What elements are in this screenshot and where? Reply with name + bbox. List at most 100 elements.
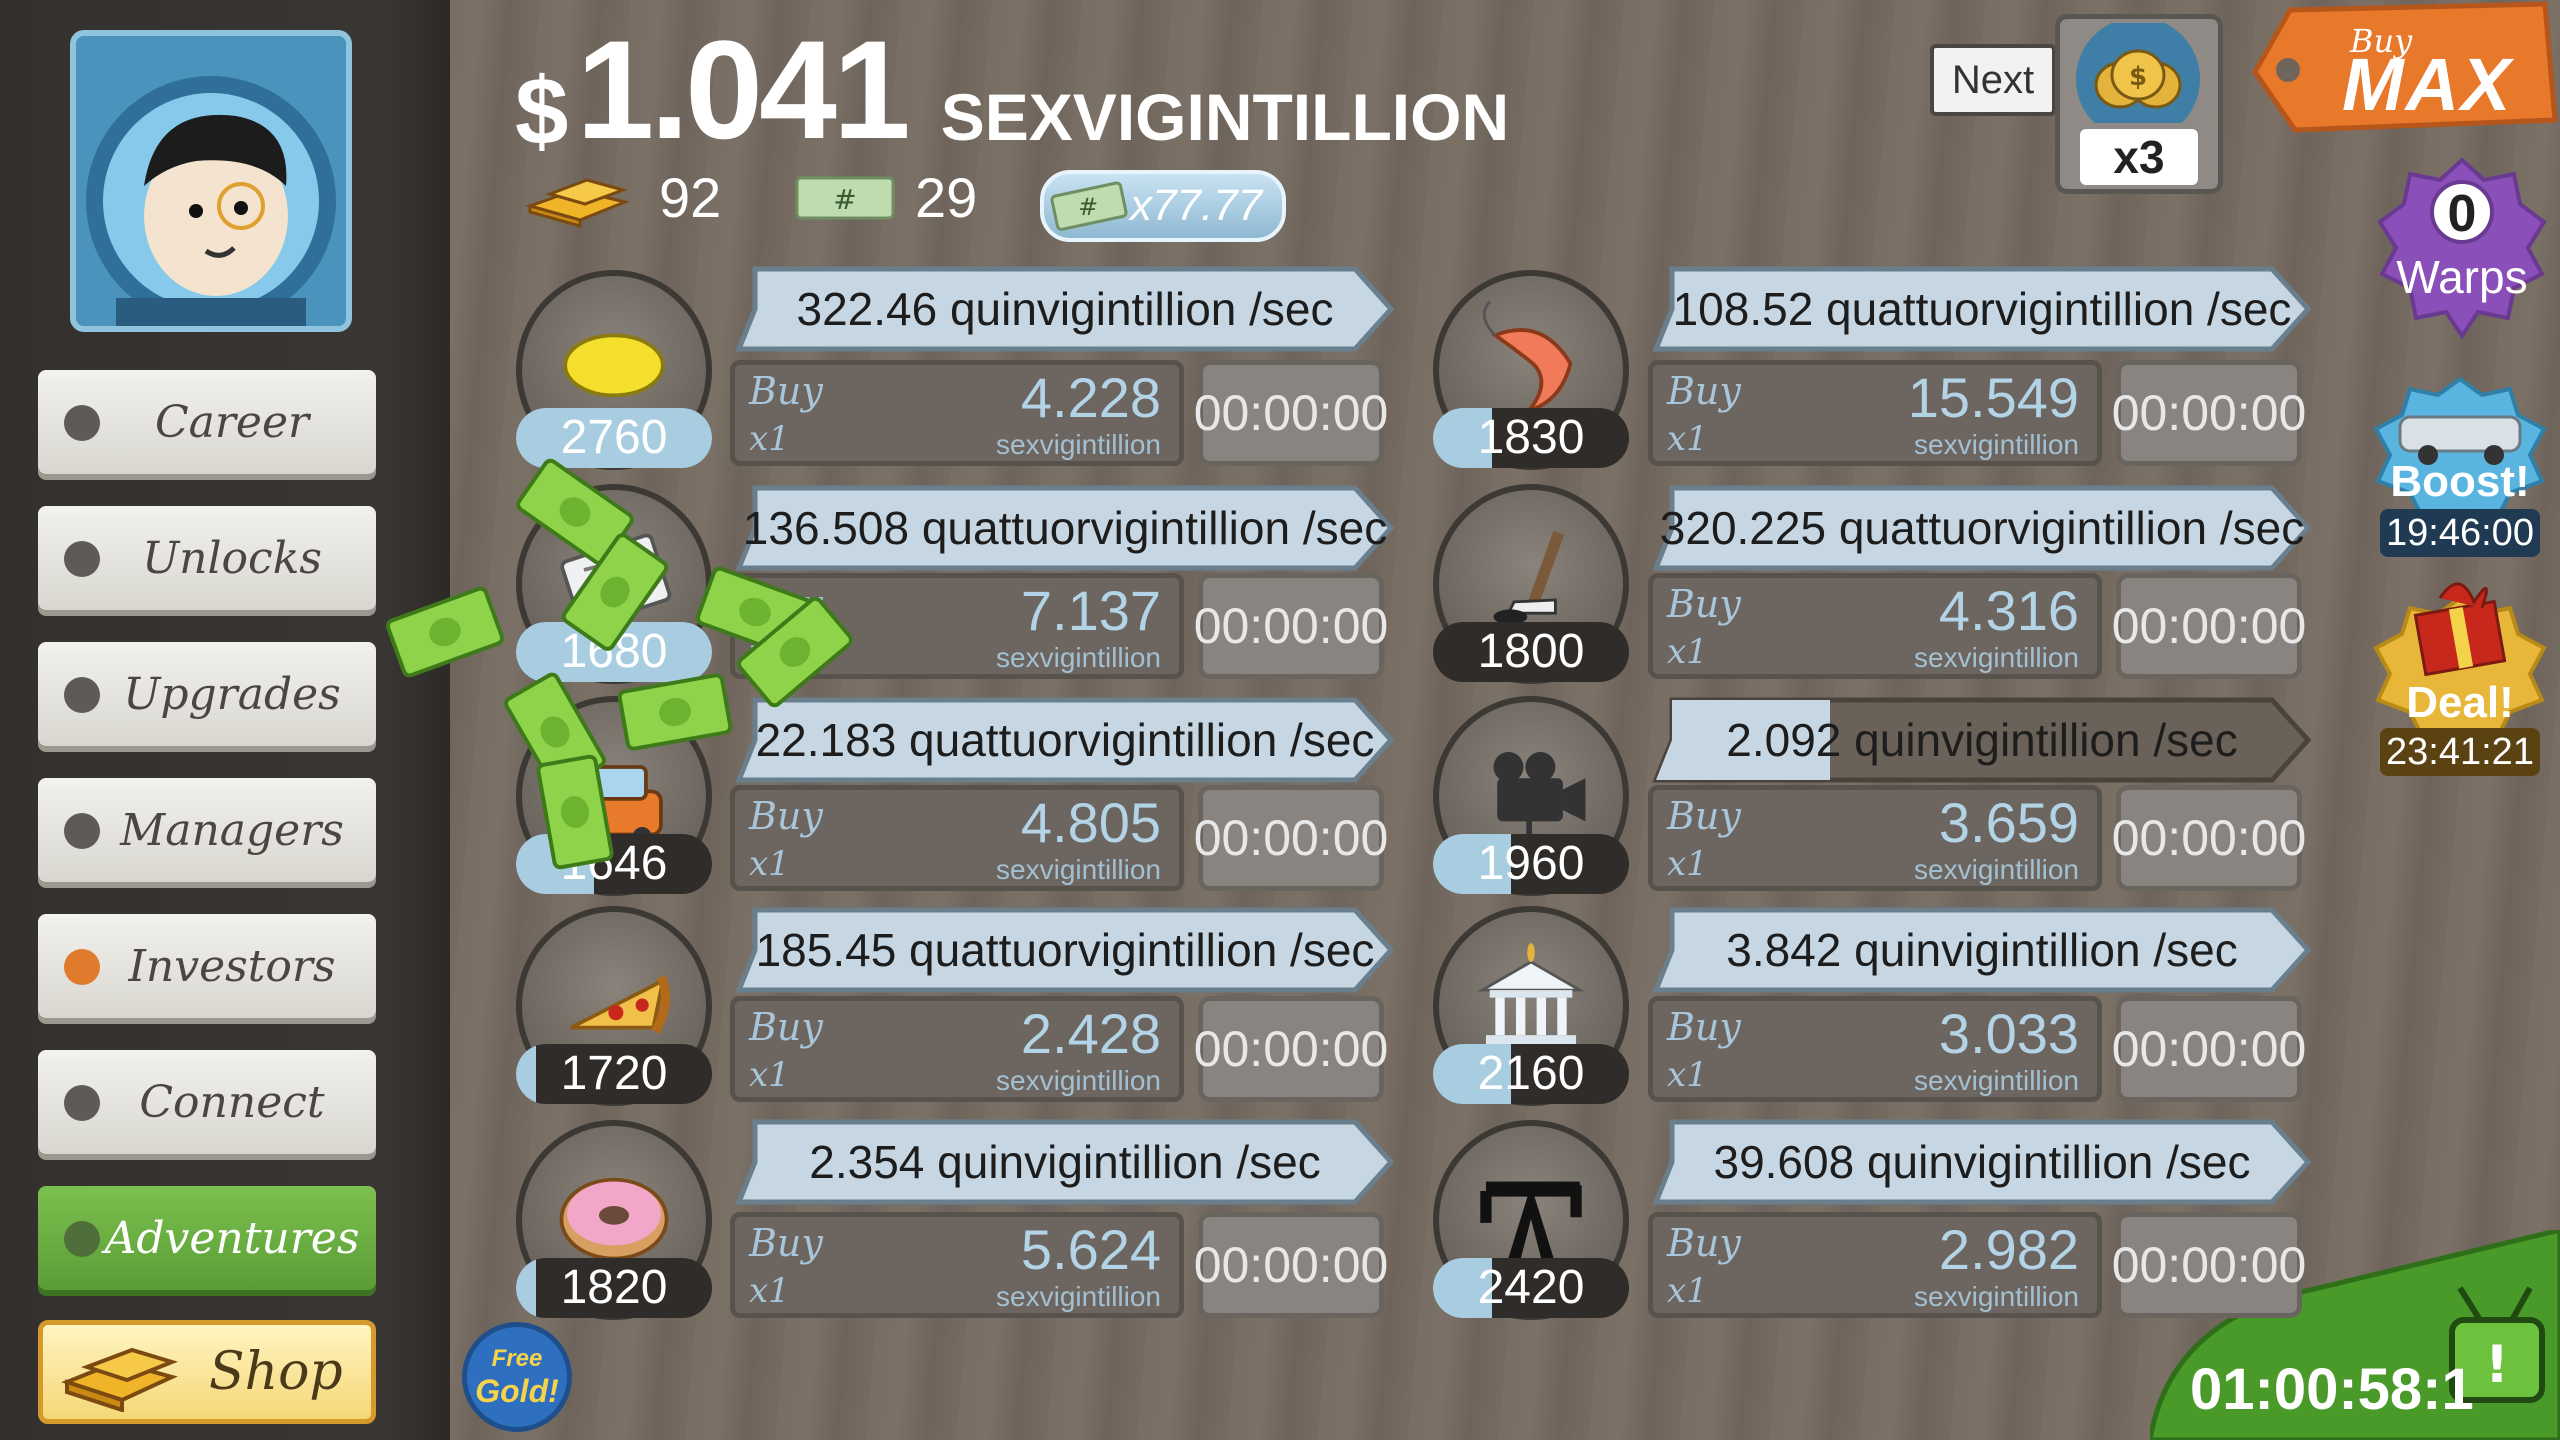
buy-label: Buy [1667, 794, 1741, 838]
investors-indicator-dot [64, 949, 100, 985]
buy-label: Buy [1667, 582, 1741, 626]
business-timer-value: 00:00:00 [1193, 1237, 1389, 1293]
buy-cost-unit: sexvigintillion [996, 1281, 1161, 1312]
business-timer: 00:00:00 [1194, 996, 1388, 1102]
warps-count: 0 [2447, 185, 2477, 243]
shop-label: Shop [209, 1342, 343, 1402]
free-gold-button[interactable]: Free Gold! [462, 1322, 572, 1432]
svg-text:$: $ [2129, 62, 2147, 92]
career-indicator-dot [64, 405, 100, 441]
business-rate-text: 320.225 quattuorvigintillion /sec [1659, 502, 2305, 554]
megabucks-count: 29 [915, 166, 978, 229]
buy-quantity: x1 [749, 844, 790, 884]
svg-text:!: ! [2485, 1335, 2509, 1395]
business-count-value: 1960 [1477, 837, 1585, 890]
buy-quantity: x1 [1667, 844, 1708, 884]
business-progress-fill [516, 1258, 536, 1318]
managers-button[interactable]: Managers [38, 778, 376, 882]
business-timer: 00:00:00 [1194, 573, 1388, 679]
upgrades-button[interactable]: Upgrades [38, 642, 376, 746]
buy-label: Buy [749, 794, 823, 838]
shop-button[interactable]: Shop [38, 1320, 376, 1424]
business-rate-banner[interactable]: 39.608 quinvigintillion /sec [1652, 1118, 2312, 1206]
connect-button[interactable]: Connect [38, 1050, 376, 1154]
buy-max-button[interactable]: Buy MAX [2250, 0, 2560, 138]
buy-business-button[interactable]: Buy x1 3.659 sexvigintillion [1648, 785, 2102, 891]
business-rate-text: 22.183 quattuorvigintillion /sec [755, 714, 1375, 766]
business-rate-banner[interactable]: 320.225 quattuorvigintillion /sec [1652, 484, 2312, 572]
business-rate-banner[interactable]: 322.46 quinvigintillion /sec [735, 265, 1395, 353]
career-button[interactable]: Career [38, 370, 376, 474]
buy-cost-unit: sexvigintillion [996, 429, 1161, 460]
adventures-button[interactable]: Adventures [38, 1186, 376, 1290]
business-timer: 00:00:00 [1194, 785, 1388, 891]
unlocks-button[interactable]: Unlocks [38, 506, 376, 610]
business-rate-text: 185.45 quattuorvigintillion /sec [755, 924, 1375, 976]
business-rate-banner[interactable]: 185.45 quattuorvigintillion /sec [735, 906, 1395, 994]
boost-badge[interactable]: Boost! 19:46:00 [2370, 375, 2550, 560]
buy-quantity: x1 [749, 1271, 790, 1311]
business-owned-count: 1800 [1433, 622, 1629, 682]
boost-label: Boost! [2390, 457, 2530, 506]
buy-cost: 3.033 [1938, 1002, 2079, 1065]
business-timer: 00:00:00 [1194, 360, 1388, 466]
gold-bars-icon [61, 1347, 179, 1412]
adventures-indicator-dot [64, 1221, 100, 1257]
multiplier-label: x3 [2080, 129, 2198, 185]
business-owned-count: 2160 [1433, 1044, 1629, 1104]
business-rate-banner[interactable]: 3.842 quinvigintillion /sec [1652, 906, 2312, 994]
business-timer-value: 00:00:00 [1193, 385, 1389, 441]
business-rate-banner[interactable]: 136.508 quattuorvigintillion /sec [735, 484, 1395, 572]
angel-multiplier-value: x77.77 [1130, 181, 1263, 230]
buy-business-button[interactable]: Buy x1 15.549 sexvigintillion [1648, 360, 2102, 466]
player-avatar[interactable] [70, 30, 352, 332]
svg-text:#: # [1078, 193, 1098, 221]
deal-timer: 23:41:21 [2380, 728, 2540, 776]
business-rate-banner[interactable]: 108.52 quattuorvigintillion /sec [1652, 265, 2312, 353]
unlocks-indicator-dot [64, 541, 100, 577]
astronaut-portrait-icon [76, 36, 346, 326]
svg-text:#: # [833, 183, 856, 216]
business-timer-value: 00:00:00 [2111, 1237, 2307, 1293]
buy-cost: 2.982 [1938, 1218, 2079, 1281]
buy-business-button[interactable]: Buy x1 4.805 sexvigintillion [730, 785, 1184, 891]
business-owned-count: 1960 [1433, 834, 1629, 894]
business-count-value: 1720 [560, 1047, 668, 1100]
managers-indicator-dot [64, 813, 100, 849]
buy-business-button[interactable]: Buy x1 4.316 sexvigintillion [1648, 573, 2102, 679]
buy-cost: 5.624 [1020, 1218, 1161, 1281]
business-rate-text: 108.52 quattuorvigintillion /sec [1672, 283, 2292, 335]
buy-business-button[interactable]: Buy x1 2.982 sexvigintillion [1648, 1212, 2102, 1318]
business-owned-count: 2420 [1433, 1258, 1629, 1318]
buy-multiplier-toggle[interactable]: $ x3 [2055, 14, 2223, 194]
buy-business-button[interactable]: Buy x1 2.428 sexvigintillion [730, 996, 1184, 1102]
buy-business-button[interactable]: Buy x1 3.033 sexvigintillion [1648, 996, 2102, 1102]
deal-badge[interactable]: Deal! 23:41:21 [2370, 568, 2550, 783]
megabucks-stat: # 29 [795, 165, 977, 230]
buy-cost-unit: sexvigintillion [1914, 429, 2079, 460]
warps-badge[interactable]: 0 Warps [2374, 150, 2550, 340]
next-button[interactable]: Next [1930, 44, 2056, 116]
money-amount: 1.041 [576, 11, 910, 168]
buy-business-button[interactable]: Buy x1 5.624 sexvigintillion [730, 1212, 1184, 1318]
megabucks-icon: # [795, 176, 895, 219]
buy-quantity: x1 [1667, 1271, 1708, 1311]
buy-quantity: x1 [1667, 419, 1708, 459]
business-rate-banner[interactable]: 22.183 quattuorvigintillion /sec [735, 696, 1395, 784]
business-rate-banner[interactable]: 2.092 quinvigintillion /sec [1652, 696, 2312, 784]
buy-label: Buy [749, 369, 823, 413]
business-rate-banner[interactable]: 2.354 quinvigintillion /sec [735, 1118, 1395, 1206]
investors-button[interactable]: Investors [38, 914, 376, 1018]
business-owned-count: 1820 [516, 1258, 712, 1318]
buy-quantity: x1 [1667, 1055, 1708, 1095]
business-timer-value: 00:00:00 [2111, 385, 2307, 441]
next-label: Next [1951, 57, 2035, 102]
buy-cost: 3.659 [1938, 791, 2079, 854]
buy-quantity: x1 [1667, 632, 1708, 672]
business-owned-count: 1646 [516, 834, 712, 894]
buy-cost-unit: sexvigintillion [1914, 642, 2079, 673]
sidebar: Career Unlocks Upgrades Managers Investo… [0, 0, 450, 1440]
buy-business-button[interactable]: Buy x1 4.228 sexvigintillion [730, 360, 1184, 466]
gold-bars-icon [525, 177, 630, 228]
buy-max-label: MAX [2342, 43, 2513, 126]
